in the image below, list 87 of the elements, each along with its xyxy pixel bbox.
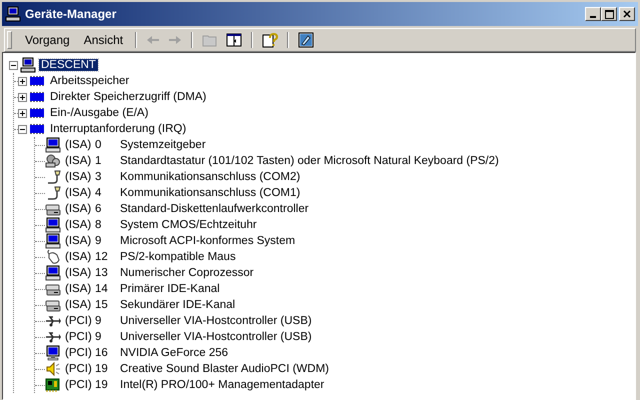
tree-item[interactable]: Universeller VIA-Hostcontroller (USB) bbox=[118, 315, 314, 327]
chip-icon bbox=[29, 89, 45, 105]
bus-label: (ISA) bbox=[65, 235, 92, 247]
computer-icon bbox=[45, 137, 61, 153]
tree-item[interactable]: Universeller VIA-Hostcontroller (USB) bbox=[118, 331, 314, 343]
irq-number: 6 bbox=[95, 203, 102, 215]
bus-label: (ISA) bbox=[65, 155, 92, 167]
irq-number: 12 bbox=[95, 251, 109, 263]
expand-icon[interactable] bbox=[18, 92, 27, 102]
bus-label: (ISA) bbox=[65, 267, 92, 279]
maximize-button[interactable] bbox=[601, 7, 617, 21]
bus-label: (PCI) bbox=[65, 315, 93, 327]
tree-item[interactable]: Standardtastatur (101/102 Tasten) oder Microsoft Natural Keyboard (PS/2) bbox=[118, 155, 501, 167]
bus-label: (PCI) bbox=[65, 331, 93, 343]
tree-item[interactable]: Systemzeitgeber bbox=[118, 139, 208, 151]
tree-item[interactable]: NVIDIA GeForce 256 bbox=[118, 347, 230, 359]
cable-icon bbox=[45, 185, 61, 201]
bus-label: (ISA) bbox=[65, 219, 92, 231]
irq-number: 0 bbox=[95, 139, 102, 151]
irq-number: 3 bbox=[95, 171, 102, 183]
bus-label: (ISA) bbox=[65, 251, 92, 263]
bus-label: (ISA) bbox=[65, 171, 92, 183]
minimize-button[interactable] bbox=[585, 7, 601, 21]
irq-number: 8 bbox=[95, 219, 102, 231]
tree-item[interactable]: Intel(R) PRO/100+ Managementadapter bbox=[118, 379, 326, 391]
irq-number: 9 bbox=[95, 315, 102, 327]
panes-icon bbox=[226, 33, 242, 47]
tree-item[interactable]: Sekundärer IDE-Kanal bbox=[118, 299, 238, 311]
irq-number: 14 bbox=[95, 283, 109, 295]
bus-label: (PCI) bbox=[65, 363, 93, 375]
irq-number: 16 bbox=[95, 347, 109, 359]
irq-number: 19 bbox=[95, 379, 109, 391]
mouse-icon bbox=[45, 249, 61, 265]
computer-icon bbox=[45, 217, 61, 233]
irq-number: 15 bbox=[95, 299, 109, 311]
bus-label: (PCI) bbox=[65, 379, 93, 391]
bus-label: (ISA) bbox=[65, 299, 92, 311]
tree-item[interactable]: Arbeitsspeicher bbox=[48, 75, 132, 87]
irq-number: 19 bbox=[95, 363, 109, 375]
bus-label: (PCI) bbox=[65, 347, 93, 359]
menu-item[interactable]: Ansicht bbox=[76, 31, 130, 49]
computer-icon bbox=[5, 6, 21, 22]
irq-number: 4 bbox=[95, 187, 102, 199]
tree-item[interactable]: PS/2-kompatible Maus bbox=[118, 251, 238, 263]
collapse-icon[interactable] bbox=[9, 60, 18, 70]
chip-icon bbox=[29, 105, 45, 121]
computer-icon bbox=[20, 57, 36, 73]
computer-icon bbox=[45, 265, 61, 281]
maximize-icon bbox=[604, 10, 614, 18]
menu-item[interactable]: Vorgang bbox=[18, 31, 77, 49]
irq-number: 9 bbox=[95, 235, 102, 247]
tree-item[interactable]: Kommunikationsanschluss (COM1) bbox=[118, 187, 302, 199]
bus-label: (ISA) bbox=[65, 203, 92, 215]
window-title: Geräte-Manager bbox=[25, 7, 118, 21]
tree-item[interactable]: Primärer IDE-Kanal bbox=[118, 283, 222, 295]
irq-number: 13 bbox=[95, 267, 109, 279]
close-icon bbox=[623, 10, 631, 18]
tree-item[interactable]: System CMOS/Echtzeituhr bbox=[118, 219, 259, 231]
tree-item[interactable]: Microsoft ACPI-konformes System bbox=[118, 235, 298, 247]
cable-icon bbox=[45, 169, 61, 185]
expand-icon[interactable] bbox=[18, 108, 27, 118]
computer-icon bbox=[45, 233, 61, 249]
tree-item[interactable]: Kommunikationsanschluss (COM2) bbox=[118, 171, 302, 183]
bus-label: (ISA) bbox=[65, 187, 92, 199]
tree-item[interactable]: Interruptanforderung (IRQ) bbox=[48, 123, 188, 135]
properties-icon bbox=[298, 32, 314, 48]
tree-item[interactable]: Creative Sound Blaster AudioPCI (WDM) bbox=[118, 363, 331, 375]
chip-icon bbox=[29, 121, 45, 137]
collapse-icon[interactable] bbox=[18, 124, 27, 134]
irq-number: 9 bbox=[95, 331, 102, 343]
bus-label: (ISA) bbox=[65, 283, 92, 295]
tree-item[interactable]: Numerischer Coprozessor bbox=[118, 267, 256, 279]
help-icon bbox=[262, 32, 278, 48]
tree-item[interactable]: Ein-/Ausgabe (E/A) bbox=[48, 107, 150, 119]
network-card-icon bbox=[45, 377, 61, 393]
right-arrow-icon bbox=[168, 35, 182, 45]
bus-label: (ISA) bbox=[65, 139, 92, 151]
keyboard-icon bbox=[45, 153, 61, 169]
left-arrow-icon bbox=[146, 35, 160, 45]
irq-number: 1 bbox=[95, 155, 102, 167]
tree-item[interactable]: Standard-Diskettenlaufwerkcontroller bbox=[118, 203, 311, 215]
folder-icon bbox=[202, 33, 218, 47]
tree-item[interactable]: Direkter Speicherzugriff (DMA) bbox=[48, 91, 208, 103]
expand-icon[interactable] bbox=[18, 76, 27, 86]
close-button[interactable] bbox=[619, 7, 635, 21]
tree-item[interactable]: DESCENT bbox=[39, 59, 98, 71]
chip-icon bbox=[29, 73, 45, 89]
